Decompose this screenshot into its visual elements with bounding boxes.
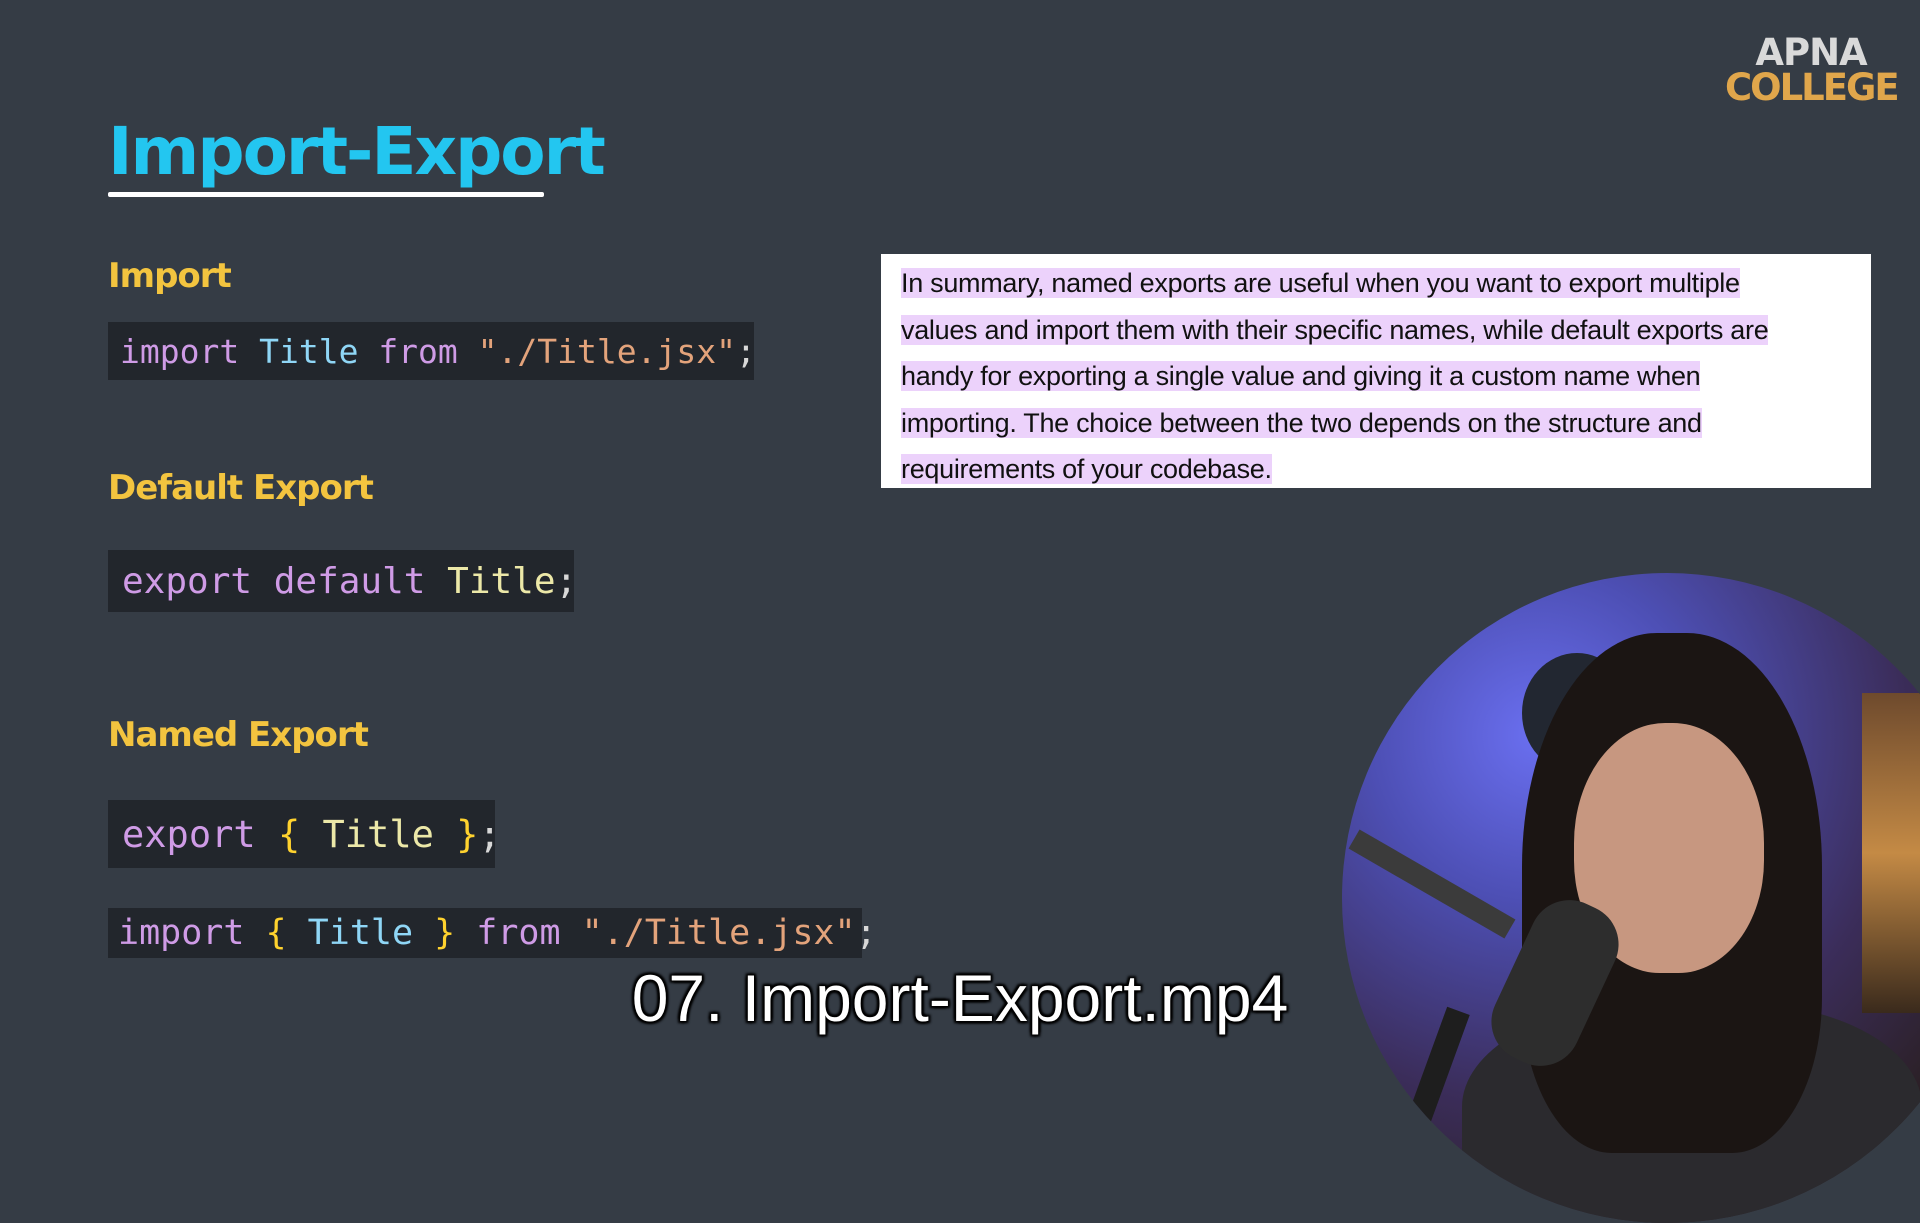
code-token: from xyxy=(476,913,561,953)
code-token: Title xyxy=(322,812,434,856)
title-underline xyxy=(108,192,544,197)
summary-line: values and import them with their specif… xyxy=(901,314,1769,345)
summary-line: requirements of your codebase. xyxy=(901,454,1272,484)
named-export-heading: Named Export xyxy=(108,715,369,755)
code-token: export xyxy=(122,812,256,856)
presenter-webcam xyxy=(1342,573,1920,1223)
code-token: { xyxy=(265,913,287,953)
summary-line: importing. The choice between the two de… xyxy=(901,407,1702,438)
code-token: default xyxy=(273,560,426,602)
apna-college-logo: APNA COLLEGE xyxy=(1725,34,1900,109)
code-token: ; xyxy=(735,331,756,371)
code-token: } xyxy=(456,812,479,856)
summary-text: In summary, named exports are useful whe… xyxy=(901,260,1855,493)
logo-line-2: COLLEGE xyxy=(1725,66,1900,109)
video-caption: 07. Import-Export.mp4 xyxy=(631,961,1289,1035)
code-token: Title xyxy=(307,913,414,953)
code-token: Title xyxy=(259,331,359,371)
code-token: { xyxy=(277,812,301,856)
code-token: Title xyxy=(447,560,556,602)
default-export-heading: Default Export xyxy=(108,468,374,508)
mic-stand xyxy=(1358,1006,1470,1223)
default-export-code-block: export default Title; xyxy=(108,550,577,612)
page-title: Import-Export xyxy=(108,113,606,190)
summary-line: handy for exporting a single value and g… xyxy=(901,361,1701,391)
summary-card: In summary, named exports are useful whe… xyxy=(881,254,1871,488)
code-token: export xyxy=(122,560,253,602)
code-token: } xyxy=(434,913,456,953)
code-token: import xyxy=(118,913,245,953)
code-token: ; xyxy=(555,560,578,602)
mic-arm xyxy=(1348,829,1516,939)
import-heading: Import xyxy=(108,256,232,296)
named-import-code-block: import { Title } from "./Title.jsx"; xyxy=(108,908,877,958)
named-export-code-block: export { Title }; xyxy=(108,800,501,868)
import-code-block: import Title from "./Title.jsx"; xyxy=(108,322,756,380)
code-token: import xyxy=(120,331,240,371)
code-token: "./Title.jsx" xyxy=(581,913,856,953)
code-token: "./Title.jsx" xyxy=(477,331,736,371)
code-token: ; xyxy=(855,913,877,953)
summary-line: In summary, named exports are useful whe… xyxy=(901,268,1740,298)
code-token: ; xyxy=(478,812,501,856)
code-token: from xyxy=(378,331,458,371)
